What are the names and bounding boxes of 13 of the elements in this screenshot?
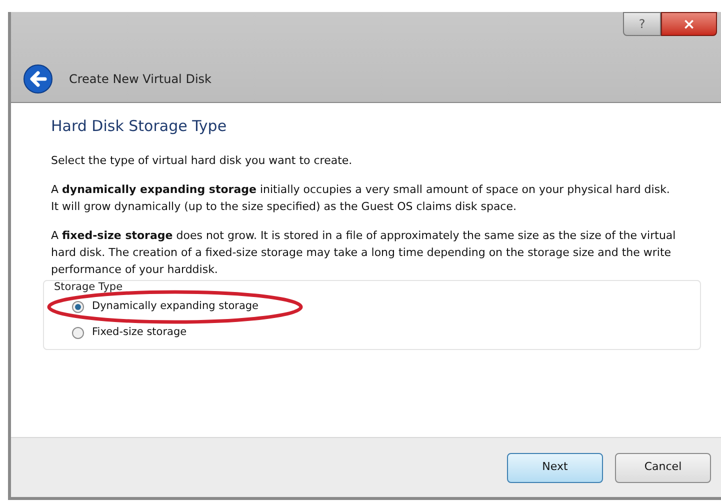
description-paragraph: Select the type of virtual hard disk you want to create. [51,152,354,168]
group-title: Storage Type [54,280,124,294]
help-button[interactable]: ? [623,12,661,36]
radio-button[interactable] [72,301,84,314]
radio-label[interactable]: Fixed-size storage [92,325,187,341]
cancel-button[interactable]: Cancel [615,452,711,482]
page-heading: Hard Disk Storage Type [51,116,228,137]
close-button[interactable]: × [661,12,717,36]
description-paragraph: A dynamically expanding storage initially occupies a very small amount of space on your physical hard disk. It will grow dynamically (up to the size specified) as the Guest OS claims disk space. [51,182,671,214]
radio-button[interactable] [72,326,84,339]
next-button[interactable]: Next [507,452,603,482]
description-paragraph: A fixed-size storage does not grow. It is stored in a file of approximately the same size as the size of the virtual hard disk. The creation of a fixed-size storage may take a long time depending on the storage size and the write performance of your harddisk. [51,228,677,278]
window-title: Create New Virtual Disk [69,71,212,88]
